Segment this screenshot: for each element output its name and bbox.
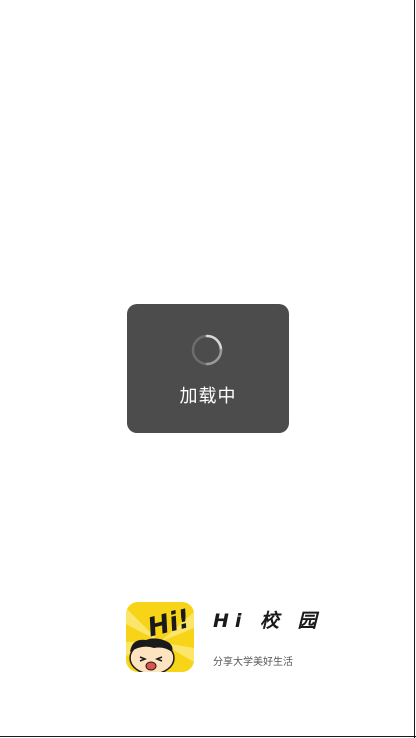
loading-toast: 加载中 <box>127 304 289 433</box>
app-slogan: 分享大学美好生活 <box>213 657 293 668</box>
app-logo-icon: Hi! <box>126 602 194 672</box>
screen-edge-right <box>414 0 415 738</box>
loading-spinner-icon <box>191 334 223 366</box>
brand-footer: Hi! Hi 校 园 分享大学美好生活 <box>126 602 317 672</box>
screen-edge-bottom <box>0 736 416 737</box>
app-name: Hi 校 园 <box>213 610 323 632</box>
loading-label: 加载中 <box>179 386 237 407</box>
splash-screen: 加载中 Hi! Hi 校 园 分享大学美好生活 <box>0 0 416 738</box>
